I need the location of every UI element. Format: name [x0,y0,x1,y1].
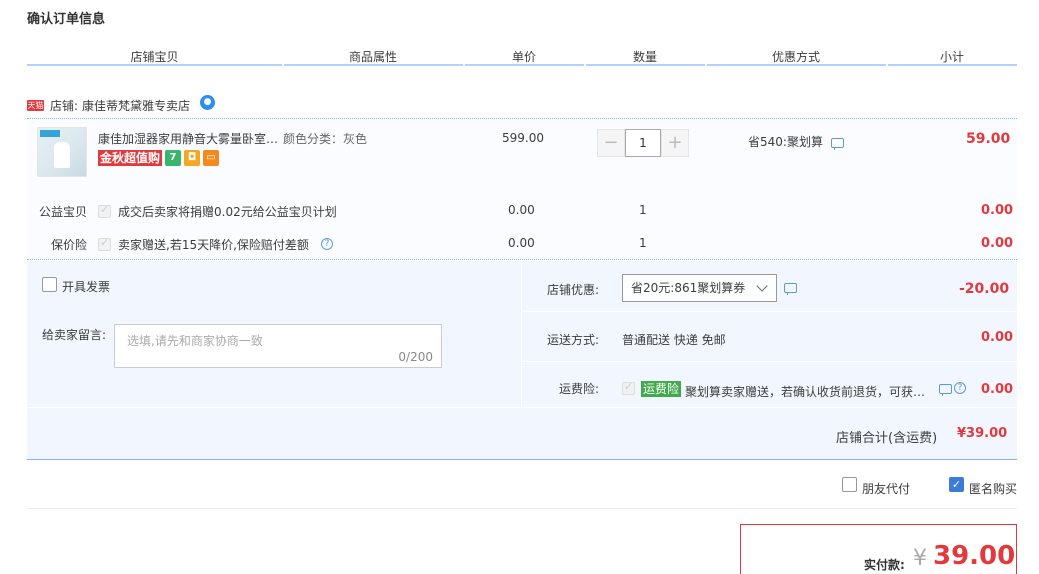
insurance-text: 卖家赠送,若15天降价,保险赔付差额 [118,238,309,252]
quantity-input[interactable]: 1 [625,129,661,157]
friend-pay-checkbox[interactable] [842,477,857,492]
shipping-label: 运送方式: [547,333,600,347]
insurance-subtotal: 0.00 [981,236,1014,251]
shop-row: 天猫 店铺: 康佳蒂梵黛雅专卖店 ● [27,94,216,114]
discount-method: 省540:聚划算 [748,135,823,149]
help-icon[interactable]: ? [954,382,966,394]
store-total-amount: ¥39.00 [957,426,1008,441]
insurance-label: 保价险 [51,238,88,252]
product-thumbnail[interactable] [37,127,87,177]
payment-summary: 实付款: ¥ 39.00 [740,524,1017,574]
comment-icon[interactable] [939,384,952,396]
charity-subtotal: 0.00 [981,203,1014,218]
chevron-down-icon [756,280,768,292]
unit-price: 599.00 [502,131,544,145]
col-header-items: 店铺宝贝 [130,50,179,64]
message-counter: 0/200 [398,350,433,364]
currency-symbol: ¥ [913,546,927,571]
promo-badge: 金秋超值购 [98,150,163,166]
header-underline [888,64,1017,66]
store-discount-select[interactable]: 省20元:861聚划算券 [622,274,777,302]
product-property: 颜色分类：灰色 [283,132,368,146]
shipping-amount: 0.00 [981,330,1014,345]
header-underline [284,64,463,66]
charity-price: 0.00 [508,203,535,217]
charity-text: 成交后卖家将捐赠0.02元给公益宝贝计划 [118,205,337,219]
charity-checkbox [98,203,111,218]
header-underline [465,64,584,66]
store-discount-value: 省20元:861聚划算券 [631,281,746,295]
invoice-checkbox[interactable] [42,277,57,292]
friend-pay-label: 朋友代付 [862,482,911,496]
anonymous-checkbox[interactable]: ✓ [949,477,964,492]
product-badges: 金秋超值购 7 ◘ ▭ [98,150,220,166]
return-insurance-text: 聚划算卖家赠送，若确认收货前退货，可获… [685,385,926,399]
col-header-quantity: 数量 [632,50,657,64]
message-label: 给卖家留言: [42,328,107,342]
return-insurance-checkbox [622,380,635,395]
col-header-attributes: 商品属性 [348,50,397,64]
shop-name-link[interactable]: 康佳蒂梵黛雅专卖店 [82,97,190,114]
store-discount-label: 店铺优惠: [547,283,600,297]
charity-label: 公益宝贝 [39,205,88,219]
shipping-method: 普通配送 快递 免邮 [622,333,726,347]
quantity-increase-button[interactable]: + [661,129,689,157]
quantity-decrease-button[interactable]: − [597,129,625,157]
insurance-checkbox [98,236,111,251]
guarantee-icon: ◘ [184,150,201,166]
col-header-discount: 优惠方式 [771,50,820,64]
message-placeholder: 选填,请先和商家协商一致 [127,334,263,348]
insurance-qty: 1 [639,236,647,250]
divider [27,459,1017,460]
payment-amount: 39.00 [933,541,1016,571]
comment-icon[interactable] [831,138,844,150]
divider [27,259,1017,260]
help-icon[interactable]: ? [321,238,333,250]
header-underline [707,64,886,66]
tmall-logo-icon: 天猫 [27,99,44,111]
credit-card-icon: ▭ [203,150,220,166]
anonymous-label: 匿名购买 [969,482,1018,496]
invoice-label: 开具发票 [62,280,111,294]
store-discount-amount: -20.00 [959,281,1010,297]
divider [522,361,1017,362]
product-name-link[interactable]: 康佳加湿器家用静音大雾量卧室… [98,130,278,147]
payment-label: 实付款: [864,558,905,572]
charity-qty: 1 [639,203,647,217]
divider [522,311,1017,312]
seven-day-return-icon: 7 [165,150,182,166]
divider [27,508,1017,509]
header-underline [586,64,705,66]
return-insurance-amount: 0.00 [981,382,1014,397]
col-header-unit-price: 单价 [511,50,536,64]
header-underline [27,64,282,66]
comment-icon[interactable] [784,283,797,295]
store-total-label: 店铺合计(含运费) [836,431,938,446]
col-header-subtotal: 小计 [939,50,964,64]
return-insurance-tag: 运费险 [641,381,682,397]
insurance-price: 0.00 [508,236,535,250]
quantity-stepper: − 1 + [597,129,689,157]
message-textarea[interactable]: 选填,请先和商家协商一致 0/200 [114,324,442,368]
page-title: 确认订单信息 [27,12,106,27]
shop-label: 店铺: [50,98,79,113]
return-insurance-label: 运费险: [559,382,600,396]
item-subtotal: 59.00 [966,131,1011,147]
wangwang-chat-icon[interactable]: ● [200,94,216,110]
